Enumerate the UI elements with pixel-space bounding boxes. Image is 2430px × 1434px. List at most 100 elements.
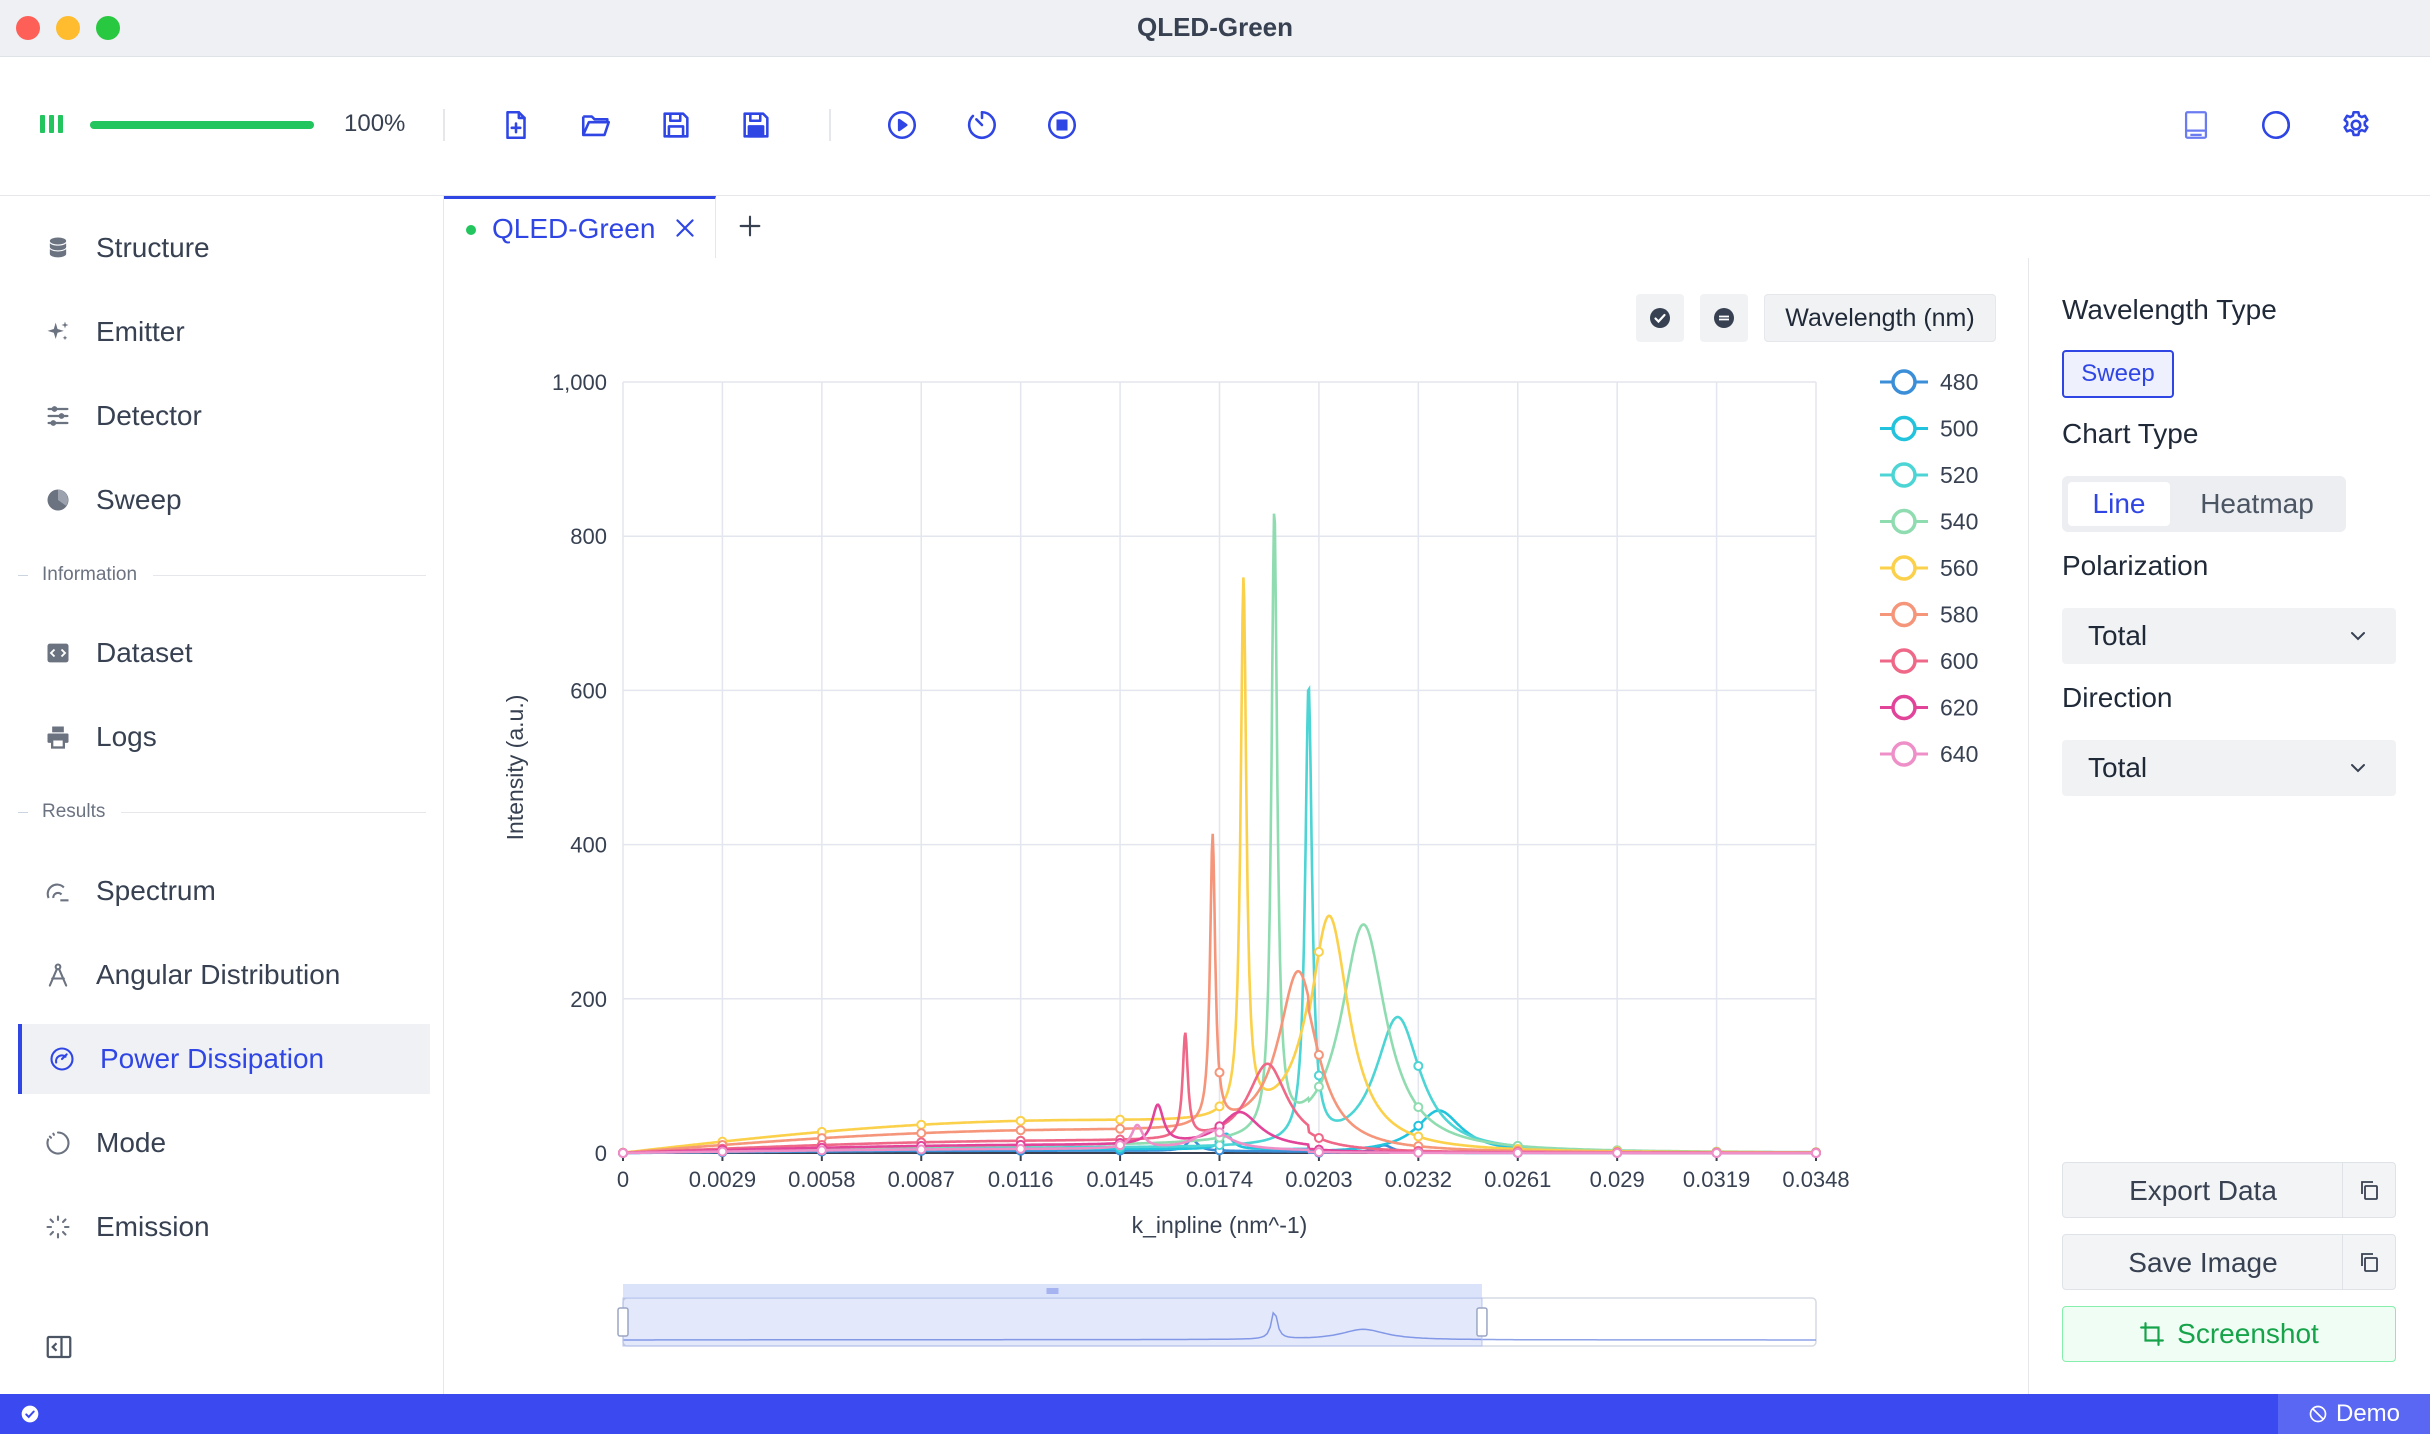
progress-bar bbox=[90, 121, 314, 129]
series-marker-560 bbox=[1313, 946, 1324, 957]
series-marker-640 bbox=[816, 1145, 827, 1156]
chart-type-line[interactable]: Line bbox=[2068, 482, 2170, 526]
copy-data-button[interactable] bbox=[2342, 1163, 2395, 1217]
legend-marker bbox=[1891, 369, 1917, 395]
crop-icon bbox=[2140, 1322, 2165, 1346]
sidebar-item-sweep[interactable]: Sweep bbox=[18, 465, 426, 535]
stop-button[interactable] bbox=[1041, 104, 1083, 146]
legend-item-620[interactable]: 620 bbox=[1880, 695, 1978, 721]
direction-select[interactable]: Total bbox=[2062, 740, 2396, 796]
legend-item-640[interactable]: 640 bbox=[1880, 741, 1978, 767]
sidebar-item-structure[interactable]: Structure bbox=[18, 213, 426, 283]
chevron-down-icon bbox=[2351, 764, 2365, 773]
chart-type-heatmap[interactable]: Heatmap bbox=[2174, 482, 2340, 526]
toolbar-divider bbox=[443, 109, 445, 141]
save-button[interactable] bbox=[655, 104, 697, 146]
sidebar-item-mode[interactable]: Mode bbox=[18, 1108, 426, 1178]
timer-button[interactable] bbox=[961, 104, 1003, 146]
legend-label: 620 bbox=[1940, 695, 1978, 721]
zoom-selection bbox=[622, 1297, 1483, 1347]
sidebar-item-emitter[interactable]: Emitter bbox=[18, 297, 426, 367]
zoom-grip-icon[interactable] bbox=[1046, 1288, 1059, 1294]
book-icon bbox=[2184, 111, 2208, 139]
x-tick-label: 0.0348 bbox=[1782, 1167, 1849, 1192]
legend-label: 480 bbox=[1940, 369, 1978, 395]
new-file-icon bbox=[506, 110, 526, 140]
add-tab-button[interactable] bbox=[734, 210, 766, 242]
export-data-button[interactable]: Export Data bbox=[2063, 1175, 2343, 1207]
x-tick-label: 0.0116 bbox=[988, 1167, 1054, 1192]
demo-badge[interactable]: Demo bbox=[2278, 1394, 2430, 1434]
legend-label: 540 bbox=[1940, 509, 1978, 535]
series-marker-640 bbox=[1115, 1140, 1126, 1151]
sidebar-item-label: Spectrum bbox=[96, 875, 216, 906]
sidebar-item-detector[interactable]: Detector bbox=[18, 381, 426, 451]
save-as-button[interactable] bbox=[735, 104, 777, 146]
sidebar-item-logs[interactable]: Logs bbox=[18, 702, 426, 772]
series-marker-640 bbox=[1811, 1147, 1821, 1158]
y-tick-label: 200 bbox=[570, 987, 607, 1012]
section-results: Results bbox=[18, 797, 426, 827]
app-window: QLED-Green 100% Structure Emitter Detect… bbox=[0, 0, 2430, 1434]
legend-item-520[interactable]: 520 bbox=[1880, 462, 1978, 488]
legend-marker bbox=[1891, 462, 1917, 488]
sidebar-item-spectrum[interactable]: Spectrum bbox=[18, 856, 426, 926]
legend-marker bbox=[1891, 694, 1917, 721]
polarization-select[interactable]: Total bbox=[2062, 608, 2396, 664]
sidebar-item-label: Emitter bbox=[96, 316, 185, 347]
loader-icon bbox=[42, 1211, 74, 1243]
chevron-down-icon bbox=[2351, 632, 2365, 641]
series-marker-640 bbox=[1612, 1147, 1623, 1158]
y-tick-label: 1,000 bbox=[552, 370, 607, 395]
series-marker-640 bbox=[1214, 1127, 1225, 1138]
sidebar-item-angular-distribution[interactable]: Angular Distribution bbox=[18, 940, 426, 1010]
docs-button[interactable] bbox=[2175, 104, 2217, 146]
open-folder-button[interactable] bbox=[575, 104, 617, 146]
series-marker-560 bbox=[1413, 1131, 1424, 1142]
legend-item-560[interactable]: 560 bbox=[1880, 555, 1978, 581]
close-tab-button[interactable] bbox=[672, 215, 698, 241]
y-tick-label: 400 bbox=[570, 833, 607, 858]
zoom-handle-right[interactable] bbox=[1476, 1307, 1488, 1337]
sidebar: Structure Emitter Detector Sweep Informa… bbox=[0, 196, 444, 1394]
legend-item-580[interactable]: 580 bbox=[1880, 602, 1978, 628]
sidebar-item-label: Power Dissipation bbox=[100, 1043, 325, 1074]
sidebar-item-power-dissipation[interactable]: Power Dissipation bbox=[18, 1024, 430, 1094]
direction-value: Total bbox=[2088, 752, 2148, 783]
timer-icon bbox=[967, 110, 996, 139]
sweep-toggle[interactable]: Sweep bbox=[2062, 350, 2174, 398]
printer-icon bbox=[42, 721, 74, 753]
x-tick-label: 0.0174 bbox=[1186, 1167, 1253, 1192]
legend-item-540[interactable]: 540 bbox=[1880, 509, 1978, 535]
save-image-button[interactable]: Save Image bbox=[2063, 1247, 2343, 1279]
new-file-button[interactable] bbox=[495, 104, 537, 146]
section-title: Information bbox=[42, 564, 138, 585]
legend-item-500[interactable]: 500 bbox=[1880, 416, 1978, 442]
theme-toggle-button[interactable] bbox=[2255, 104, 2297, 146]
open-folder-icon bbox=[581, 115, 611, 137]
legend-item-480[interactable]: 480 bbox=[1880, 369, 1978, 395]
copy-icon bbox=[2361, 1181, 2378, 1200]
legend-marker bbox=[1891, 508, 1917, 535]
demo-label: Demo bbox=[2335, 1400, 2401, 1427]
export-data-control: Export Data bbox=[2062, 1162, 2396, 1218]
series-marker-640 bbox=[1711, 1147, 1722, 1158]
sidebar-item-emission[interactable]: Emission bbox=[18, 1192, 426, 1262]
legend-item-600[interactable]: 600 bbox=[1880, 648, 1978, 674]
series-marker-560 bbox=[1015, 1115, 1026, 1126]
direction-label: Direction bbox=[2062, 682, 2173, 713]
tab-qled-green[interactable]: QLED-Green bbox=[444, 196, 716, 258]
tab-label: QLED-Green bbox=[492, 213, 656, 244]
power-dissipation-chart[interactable]: 0 0.0029 0.0058 0.0087 0.0116 0.0145 0.0174 0.0… bbox=[444, 258, 2028, 1394]
screenshot-button[interactable]: Screenshot bbox=[2062, 1306, 2396, 1362]
x-tick-label: 0.0145 bbox=[1086, 1167, 1153, 1192]
collapse-sidebar-button[interactable] bbox=[44, 1332, 74, 1362]
legend-label: 520 bbox=[1940, 462, 1978, 488]
legend-label: 500 bbox=[1940, 416, 1978, 442]
run-button[interactable] bbox=[881, 104, 923, 146]
settings-button[interactable] bbox=[2335, 104, 2377, 146]
zoom-handle-left[interactable] bbox=[617, 1307, 629, 1337]
copy-image-button[interactable] bbox=[2342, 1235, 2395, 1289]
compass-icon bbox=[42, 959, 74, 991]
sidebar-item-dataset[interactable]: Dataset bbox=[18, 618, 426, 688]
